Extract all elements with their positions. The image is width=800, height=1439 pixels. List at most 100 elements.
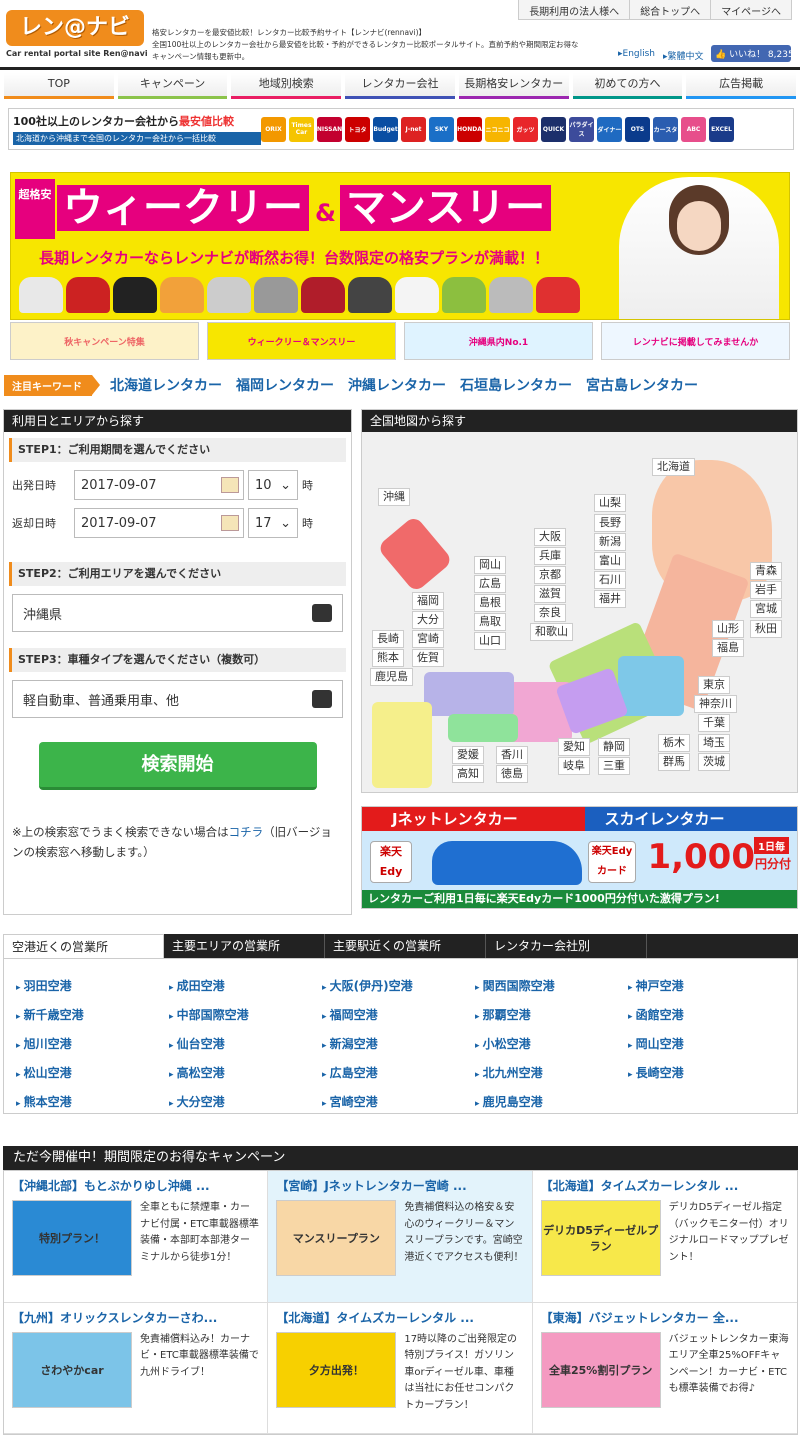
airport-link[interactable]: 函館空港 (628, 1006, 781, 1026)
airport-link[interactable]: 高松空港 (169, 1064, 322, 1084)
return-date-input[interactable]: 2017-09-07 (74, 508, 244, 538)
map-pref-button[interactable]: 徳島 (496, 765, 528, 783)
campaign-card[interactable]: 【宮崎】Jネットレンタカー宮崎 ... マンスリープラン 免責補償料込の格安＆安… (268, 1171, 533, 1303)
airport-link[interactable]: 旭川空港 (16, 1035, 169, 1055)
nav-rental-companies[interactable]: レンタカー会社 (345, 73, 455, 99)
map-region-kyushu[interactable] (372, 702, 432, 788)
map-pref-button[interactable]: 東京 (698, 676, 730, 694)
map-pref-button[interactable]: 宮崎 (412, 630, 444, 648)
map-pref-button[interactable]: 高知 (452, 765, 484, 783)
map-pref-button[interactable]: 沖縄 (378, 488, 410, 506)
map-region-okinawa[interactable] (376, 514, 454, 594)
chinese-link[interactable]: ▸繁體中文 (663, 49, 704, 62)
nav-region-search[interactable]: 地域別検索 (231, 73, 342, 99)
airport-link[interactable]: 長崎空港 (628, 1064, 781, 1084)
nav-campaign[interactable]: キャンペーン (117, 73, 228, 99)
map-pref-button[interactable]: 岩手 (750, 581, 782, 599)
nav-first-time[interactable]: 初めての方へ (572, 73, 683, 99)
map-pref-button[interactable]: 大分 (412, 611, 444, 629)
keyword-link[interactable]: 北海道レンタカー (110, 375, 222, 395)
airport-link[interactable]: 中部国際空港 (169, 1006, 322, 1026)
campaign-title[interactable]: 【北海道】タイムズカーレンタル ... (276, 1309, 523, 1326)
map-pref-button[interactable]: 千葉 (698, 714, 730, 732)
map-pref-button[interactable]: 岐阜 (558, 757, 590, 775)
map-pref-button[interactable]: 山形 (712, 620, 744, 638)
keyword-link[interactable]: 石垣島レンタカー (460, 375, 572, 395)
airport-link[interactable]: 鹿児島空港 (475, 1093, 628, 1113)
map-pref-button[interactable]: 和歌山 (530, 623, 573, 641)
map-pref-button[interactable]: 茨城 (698, 753, 730, 771)
map-pref-button[interactable]: 富山 (594, 552, 626, 570)
map-pref-button[interactable]: 長崎 (372, 630, 404, 648)
campaign-image[interactable]: 夕方出発！ (276, 1331, 397, 1408)
map-pref-button[interactable]: 佐賀 (412, 649, 444, 667)
general-top-link[interactable]: 総合トップへ (629, 0, 710, 19)
map-pref-button[interactable]: 山口 (474, 632, 506, 650)
airport-link[interactable]: 小松空港 (475, 1035, 628, 1055)
map-pref-button[interactable]: 福岡 (412, 592, 444, 610)
nav-advertise[interactable]: 広告掲載 (686, 73, 797, 99)
map-region-chugoku[interactable] (424, 672, 514, 716)
calendar-icon[interactable] (221, 477, 239, 493)
airport-link[interactable]: 広島空港 (322, 1064, 475, 1084)
map-pref-button[interactable]: 青森 (750, 562, 782, 580)
tab-station[interactable]: 主要駅近くの営業所 (325, 934, 486, 958)
map-pref-button[interactable]: 奈良 (534, 604, 566, 622)
mypage-link[interactable]: マイページへ (710, 0, 791, 19)
map-pref-button[interactable]: 北海道 (652, 458, 695, 476)
map-pref-button[interactable]: 鳥取 (474, 613, 506, 631)
campaign-title[interactable]: 【九州】オリックスレンタカーさわ... (12, 1309, 259, 1326)
airport-link[interactable]: 熊本空港 (16, 1093, 169, 1113)
campaign-title[interactable]: 【沖縄北部】もとぶかりゆし沖縄 ... (12, 1177, 259, 1194)
airport-link[interactable]: 大分空港 (169, 1093, 322, 1113)
airport-link[interactable]: 関西国際空港 (475, 977, 628, 997)
campaign-image[interactable]: デリカD5ディーゼルプラン (540, 1200, 661, 1276)
campaign-card[interactable]: 【北海道】タイムズカーレンタル ... 夕方出発！ 17時以降のご出発限定の特別… (268, 1302, 533, 1434)
tab-company[interactable]: レンタカー会社別 (486, 934, 647, 958)
old-search-link[interactable]: コチラ (229, 825, 264, 839)
airport-link[interactable]: 羽田空港 (16, 977, 169, 997)
campaign-image[interactable]: さわやかcar (12, 1331, 132, 1408)
map-pref-button[interactable]: 三重 (598, 757, 630, 775)
tab-major-area[interactable]: 主要エリアの営業所 (164, 934, 325, 958)
japan-map[interactable]: 北海道 沖縄 山梨 長野 新潟 富山 石川 福井 大阪 兵庫 京都 滋賀 奈良 和歌山 岡山 広島 島根 鳥取 山口… (362, 432, 797, 792)
corporate-link[interactable]: 長期利用の法人様へ (519, 0, 629, 19)
airport-link[interactable]: 新潟空港 (322, 1035, 475, 1055)
map-region-shikoku[interactable] (448, 714, 518, 742)
facebook-like-button[interactable]: 👍 いいね！ 8,235 (711, 45, 794, 62)
map-pref-button[interactable]: 大阪 (534, 528, 566, 546)
map-pref-button[interactable]: 山梨 (594, 494, 626, 512)
campaign-title[interactable]: 【宮崎】Jネットレンタカー宮崎 ... (276, 1177, 523, 1194)
sub-banner-weekly[interactable]: ウィークリー＆マンスリー (207, 322, 396, 360)
map-pref-button[interactable]: 滋賀 (534, 585, 566, 603)
campaign-card[interactable]: 【北海道】タイムズカーレンタル ... デリカD5ディーゼルプラン デリカD5デ… (532, 1171, 797, 1303)
map-pref-button[interactable]: 鹿児島 (370, 668, 413, 686)
sub-banner-autumn[interactable]: 秋キャンペーン特集 (10, 322, 199, 360)
sub-banner-listing[interactable]: レンナビに掲載してみませんか (601, 322, 790, 360)
hero-banner[interactable]: 超格安 ウィークリー & マンスリー 長期レンタカーならレンナビが断然お得！台数限定… (10, 172, 790, 320)
airport-link[interactable]: 成田空港 (169, 977, 322, 997)
campaign-card[interactable]: 【東海】バジェットレンタカー 全... 全車25%割引プラン バジェットレンタカ… (532, 1303, 797, 1434)
map-pref-button[interactable]: 静岡 (598, 738, 630, 756)
airport-link[interactable]: 松山空港 (16, 1064, 169, 1084)
airport-link[interactable]: 岡山空港 (628, 1035, 781, 1055)
campaign-card[interactable]: 【沖縄北部】もとぶかりゆし沖縄 ... 特別プラン！ 全車ともに禁煙車・カーナビ… (4, 1171, 269, 1303)
airport-link[interactable]: 仙台空港 (169, 1035, 322, 1055)
search-button[interactable]: 検索開始 (38, 742, 317, 790)
map-pref-button[interactable]: 石川 (594, 571, 626, 589)
english-link[interactable]: ▸English (618, 49, 655, 62)
campaign-title[interactable]: 【東海】バジェットレンタカー 全... (541, 1309, 789, 1326)
nav-top[interactable]: TOP (4, 73, 114, 99)
airport-link[interactable]: 宮崎空港 (322, 1093, 475, 1113)
campaign-card[interactable]: 【九州】オリックスレンタカーさわ... さわやかcar 免責補償料込み！カーナビ… (4, 1302, 269, 1434)
company-banner[interactable]: 100社以上のレンタカー会社から最安値比較 北海道から沖縄まで全国のレンタカー会… (8, 108, 794, 150)
car-type-select[interactable]: 軽自動車、普通乗用車、他 (12, 680, 343, 718)
airport-link[interactable]: 新千歳空港 (16, 1006, 169, 1026)
map-pref-button[interactable]: 香川 (496, 746, 528, 764)
nav-long-term[interactable]: 長期格安レンタカー (458, 73, 569, 99)
rakuten-edy-banner[interactable]: Jネットレンタカー スカイレンタカー 楽天Edy 楽天Edyカード 1,000円… (361, 806, 798, 909)
map-pref-button[interactable]: 神奈川 (694, 695, 737, 713)
map-pref-button[interactable]: 広島 (474, 575, 506, 593)
airport-link[interactable]: 福岡空港 (322, 1006, 475, 1026)
map-pref-button[interactable]: 長野 (594, 514, 626, 532)
